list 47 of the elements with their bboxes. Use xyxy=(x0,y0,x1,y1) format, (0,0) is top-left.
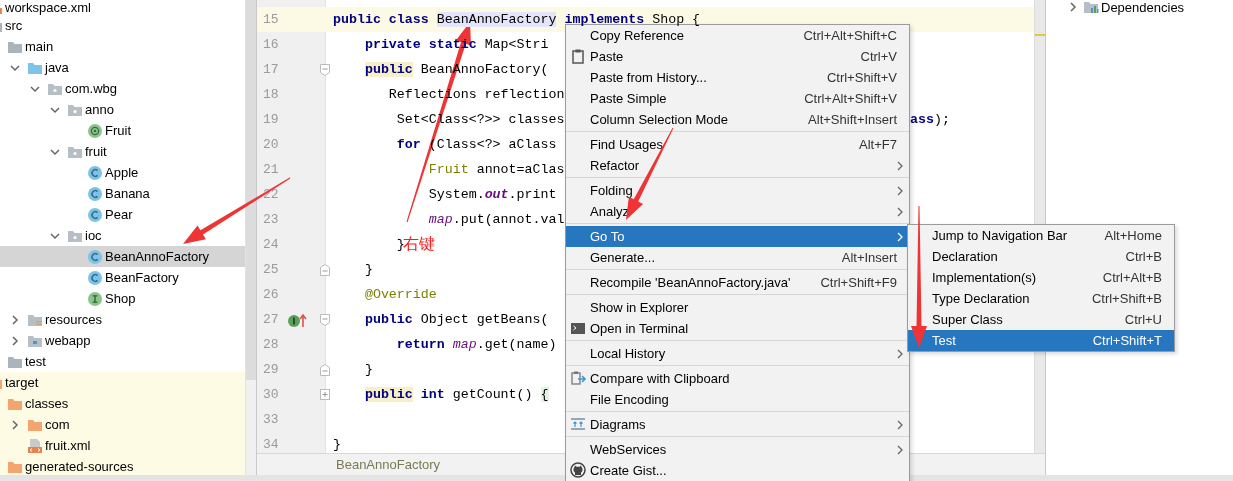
code-line: public int getCount() { xyxy=(363,387,549,402)
line-number: 19 xyxy=(262,112,280,127)
line-number: 34 xyxy=(262,437,280,452)
code-line: System.out.print xyxy=(427,187,557,202)
shortcut-text: Ctrl+B xyxy=(1125,249,1162,264)
shortcut-text: Ctrl+V xyxy=(860,49,897,64)
code-line: public Object getBeans( xyxy=(363,312,549,327)
line-number: 27 xyxy=(262,312,280,327)
shortcut-text: Ctrl+Shift+B xyxy=(1091,291,1162,306)
shortcut-text: Ctrl+U xyxy=(1124,312,1162,327)
line-number: 21 xyxy=(262,162,280,177)
code-line: } xyxy=(395,237,405,252)
line-number: 33 xyxy=(262,412,280,427)
line-number: 28 xyxy=(262,337,280,352)
line-number: 22 xyxy=(262,187,280,202)
shortcut-text: Ctrl+Alt+Shift+V xyxy=(804,91,897,106)
code-line: public class BeanAnnoFactory implements Shop { xyxy=(333,12,701,27)
line-number: 25 xyxy=(262,262,280,277)
line-number: 18 xyxy=(262,87,280,102)
code-line: } xyxy=(363,262,373,277)
shortcut-text: Alt+F7 xyxy=(859,137,897,152)
line-number: 24 xyxy=(262,237,280,252)
shortcut-text: Ctrl+Shift+V xyxy=(826,70,897,85)
code-line: map.put(annot.val xyxy=(427,212,565,227)
shortcut-text: Ctrl+Alt+B xyxy=(1102,270,1162,285)
code-line: return map.get(name) xyxy=(395,337,557,352)
line-number: 29 xyxy=(262,362,280,377)
code-line: for (Class<?> aClass xyxy=(395,137,557,152)
line-number: 16 xyxy=(262,37,280,52)
shortcut-text: Alt+Home xyxy=(1104,228,1162,243)
line-number: 26 xyxy=(262,287,280,302)
code-line: ass); xyxy=(910,111,950,129)
code-line: Fruit annot=aClas xyxy=(427,162,565,177)
shortcut-text: Ctrl+Alt+Shift+C xyxy=(803,28,897,43)
code-line: } xyxy=(363,362,373,377)
line-number: 30 xyxy=(262,387,280,402)
code-line: @Override xyxy=(363,287,437,302)
line-number: 20 xyxy=(262,137,280,152)
shortcut-text: Alt+Insert xyxy=(841,250,897,265)
shortcut-text: Ctrl+Shift+F9 xyxy=(820,275,897,290)
line-number: 23 xyxy=(262,212,280,227)
annotation-text: 右键 xyxy=(402,234,435,255)
line-number: 15 xyxy=(262,12,280,27)
code-line: } xyxy=(333,437,341,452)
line-number: 17 xyxy=(262,62,280,77)
shortcut-text: Alt+Shift+Insert xyxy=(808,112,897,127)
shortcut-text: Ctrl+Shift+T xyxy=(1092,333,1162,348)
